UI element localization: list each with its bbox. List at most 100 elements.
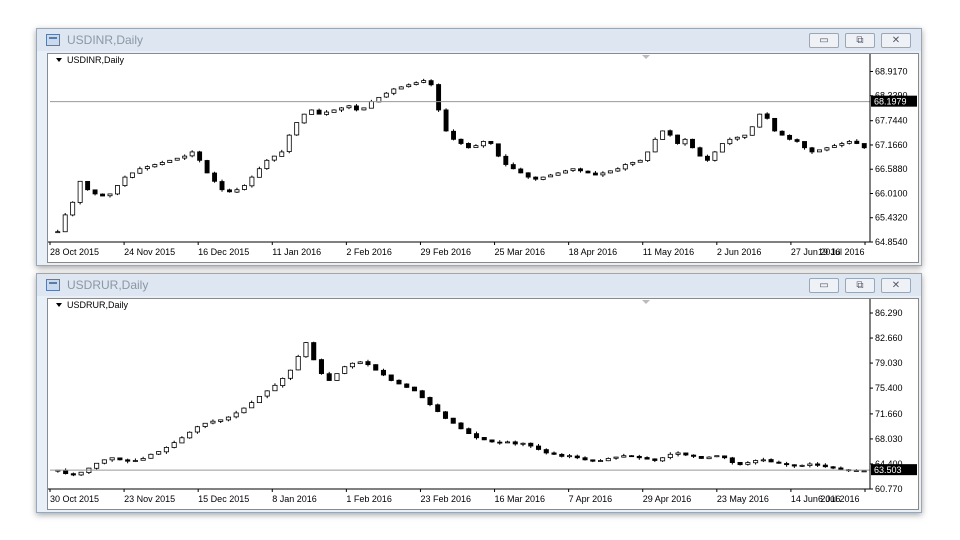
- candle-body: [159, 162, 165, 166]
- close-button[interactable]: ✕: [881, 278, 911, 293]
- candle-body: [622, 164, 628, 170]
- candle-body: [349, 362, 355, 368]
- chart-dropdown-icon[interactable]: [56, 303, 62, 307]
- candle-body: [737, 461, 743, 466]
- time-tick-label: 30 Oct 2015: [50, 494, 99, 504]
- window-titlebar[interactable]: USDRUR,Daily ▭ ⧉ ✕: [37, 274, 921, 296]
- candle-body: [443, 109, 449, 132]
- candle-body: [779, 130, 785, 136]
- candle-body: [480, 141, 486, 147]
- usdrur-chart-window[interactable]: USDRUR,Daily ▭ ⧉ ✕ USDRUR,Daily 86.290 82…: [36, 273, 922, 513]
- candle-body: [512, 441, 518, 445]
- candle-body: [729, 457, 735, 463]
- candle-body: [365, 361, 371, 366]
- window-titlebar[interactable]: USDINR,Daily ▭ ⧉ ✕: [37, 29, 921, 51]
- candle-body: [436, 84, 442, 111]
- candle-body: [396, 379, 402, 385]
- price-tick-label: 79.030: [875, 358, 903, 368]
- candle-body: [533, 176, 539, 180]
- candle-body: [70, 473, 76, 476]
- current-price-line: 68.1979: [50, 95, 917, 107]
- candle-body: [488, 140, 494, 144]
- candle-body: [675, 134, 681, 144]
- candle-body: [197, 151, 203, 161]
- price-tick-label: 64.8540: [875, 237, 908, 247]
- candle-body: [815, 463, 821, 466]
- restore-button[interactable]: ⧉: [845, 33, 875, 48]
- price-tick-label: 66.0100: [875, 188, 908, 198]
- candle-body: [794, 139, 800, 142]
- time-tick-label: 11 Jan 2016: [272, 247, 321, 257]
- candle-body: [295, 355, 301, 371]
- candle-body: [324, 111, 330, 115]
- candle-body: [520, 442, 526, 445]
- candle-body: [225, 416, 231, 421]
- restore-button[interactable]: ⧉: [845, 278, 875, 293]
- candle-body: [540, 176, 546, 180]
- candle-body: [241, 185, 247, 190]
- candle-body: [630, 162, 636, 165]
- candle-body: [264, 159, 270, 170]
- time-tick-label: 19 Jul 2016: [818, 247, 865, 257]
- candle-body: [163, 447, 169, 453]
- candle-body: [757, 113, 763, 128]
- chart-dropdown-icon[interactable]: [56, 58, 62, 62]
- chart-area[interactable]: USDRUR,Daily 86.290 82.660 79.030 75.400 71.…: [47, 298, 919, 510]
- time-tick-label: 28 Oct 2015: [50, 247, 99, 257]
- candle-body: [548, 174, 554, 178]
- candle-body: [518, 168, 524, 174]
- candle-body: [510, 164, 516, 170]
- candle-body: [817, 149, 822, 153]
- candle-body: [303, 342, 309, 358]
- time-tick-label: 2 Feb 2016: [346, 247, 392, 257]
- candle-body: [140, 458, 146, 461]
- candle-body: [495, 143, 501, 157]
- price-tick-label: 67.7440: [875, 116, 908, 126]
- minimize-button[interactable]: ▭: [809, 33, 839, 48]
- candle-body: [174, 157, 180, 161]
- candle-body: [830, 466, 836, 469]
- candle-body: [753, 460, 759, 464]
- candle-body: [85, 180, 91, 191]
- candle-body: [353, 105, 359, 111]
- candle-body: [503, 155, 509, 165]
- chart-window-icon: [46, 34, 60, 46]
- candle-body: [331, 109, 337, 113]
- candle-body: [727, 138, 733, 145]
- candle-body: [615, 168, 621, 172]
- candle-body: [854, 140, 860, 144]
- candle-body: [122, 176, 128, 187]
- window-title: USDRUR,Daily: [67, 278, 149, 292]
- close-button[interactable]: ✕: [881, 33, 911, 48]
- chart-area[interactable]: USDINR,Daily 68.917068.339067.744067.166…: [47, 53, 919, 263]
- time-tick-label: 1 Feb 2016: [346, 494, 392, 504]
- candle-body: [636, 455, 642, 459]
- candle-body: [690, 138, 695, 149]
- candle-body: [404, 383, 410, 388]
- candle-body: [194, 426, 200, 433]
- minimize-button[interactable]: ▭: [809, 278, 839, 293]
- candle-body: [421, 80, 427, 83]
- usdinr-candlestick-chart[interactable]: USDINR,Daily 68.917068.339067.744067.166…: [48, 54, 918, 262]
- candle-body: [249, 402, 255, 409]
- candle-body: [600, 172, 606, 176]
- candle-body: [691, 454, 697, 457]
- candle-body: [629, 455, 635, 458]
- candle-body: [309, 109, 315, 115]
- candle-body: [383, 92, 389, 98]
- usdinr-chart-window[interactable]: USDINR,Daily ▭ ⧉ ✕ USDINR,Daily 68.9170 6…: [36, 28, 922, 266]
- candle-body: [704, 155, 710, 161]
- candle-body: [234, 189, 240, 193]
- time-tick-label: 29 Feb 2016: [420, 247, 471, 257]
- time-tick-label: 24 Nov 2015: [124, 247, 175, 257]
- candle-body: [398, 86, 404, 90]
- chart-shift-icon[interactable]: [642, 55, 650, 59]
- candle-body: [590, 459, 596, 462]
- usdrur-candlestick-chart[interactable]: USDRUR,Daily 86.290 82.660 79.030 75.400 71.…: [48, 299, 918, 509]
- candle-body: [212, 172, 218, 182]
- candle-body: [473, 433, 480, 439]
- candle-body: [109, 457, 115, 461]
- candle-body: [413, 82, 419, 85]
- candle-body: [152, 164, 158, 168]
- chart-shift-icon[interactable]: [642, 300, 650, 304]
